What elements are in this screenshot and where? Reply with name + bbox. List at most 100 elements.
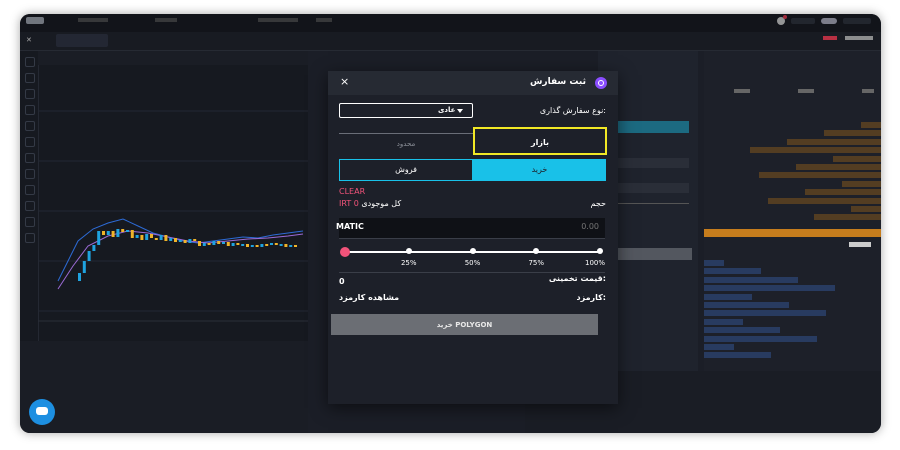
candle <box>193 239 197 241</box>
close-icon[interactable]: ✕ <box>26 36 32 44</box>
order-book-row[interactable] <box>704 155 881 163</box>
depth-bar <box>805 189 881 196</box>
candle <box>174 238 177 242</box>
order-book-row[interactable] <box>704 318 881 326</box>
order-book-row[interactable] <box>704 205 881 213</box>
order-book-row[interactable] <box>704 197 881 205</box>
tab-buy[interactable]: خرید <box>473 159 606 181</box>
volume-unit: MATIC <box>336 222 364 231</box>
clear-button[interactable]: CLEAR <box>339 187 365 196</box>
order-book-row[interactable] <box>704 163 881 171</box>
order-book-row[interactable] <box>704 138 881 146</box>
tab-market[interactable]: بازار <box>473 127 607 155</box>
volume-input[interactable] <box>477 221 601 232</box>
candle <box>212 241 216 245</box>
magnet-icon[interactable] <box>25 185 35 195</box>
trendline-icon[interactable] <box>25 73 35 83</box>
fee-label: کارمزد: <box>576 293 607 302</box>
notification-icon[interactable] <box>777 15 787 25</box>
candle <box>255 245 259 247</box>
eye-icon[interactable] <box>25 217 35 227</box>
slider-mark-100[interactable] <box>597 248 603 254</box>
candle <box>97 231 101 245</box>
tab-sell[interactable]: فروش <box>339 159 473 181</box>
order-book-row[interactable] <box>704 188 881 196</box>
slider-mark-25[interactable] <box>405 248 412 254</box>
order-book-row[interactable] <box>704 309 881 317</box>
candle <box>202 243 206 246</box>
order-book-row[interactable] <box>704 343 881 351</box>
candle <box>140 235 144 240</box>
candle <box>274 243 278 245</box>
chat-icon[interactable] <box>29 399 55 425</box>
order-book-row[interactable] <box>704 121 881 129</box>
order-book-row[interactable] <box>704 171 881 179</box>
slider-tick: 25% <box>400 259 417 267</box>
order-type-select[interactable]: عادی <box>339 103 473 118</box>
candle <box>198 241 201 246</box>
tab-limit[interactable]: محدود <box>339 133 473 155</box>
candle <box>294 245 297 247</box>
theme-toggle[interactable] <box>821 18 837 24</box>
candle <box>222 242 225 244</box>
depth-bar <box>704 260 724 266</box>
trash-icon[interactable] <box>25 233 35 243</box>
pattern-icon[interactable] <box>25 137 35 147</box>
order-book-row[interactable] <box>704 335 881 343</box>
drawing-toolbar <box>20 51 39 341</box>
order-book-row[interactable] <box>704 213 881 221</box>
order-book-row[interactable] <box>704 284 881 292</box>
dialog-footer <box>328 339 618 404</box>
candle <box>169 238 173 241</box>
zoom-icon[interactable] <box>25 169 35 179</box>
candle <box>150 234 153 238</box>
depth-bar <box>704 318 743 325</box>
order-book-row[interactable] <box>704 326 881 334</box>
slider-handle[interactable] <box>340 247 350 257</box>
depth-bar <box>768 197 881 204</box>
depth-bar <box>704 285 835 292</box>
order-book-row[interactable] <box>704 293 881 301</box>
language-select[interactable] <box>843 18 871 24</box>
candle <box>111 231 115 237</box>
account-menu[interactable] <box>791 18 815 24</box>
close-icon[interactable]: × <box>340 75 349 88</box>
candle <box>250 245 254 247</box>
view-fee-link[interactable]: مشاهده کارمزد <box>339 293 399 302</box>
candlestick-chart[interactable] <box>38 51 308 341</box>
dialog-header: × ثبت سفارش <box>328 71 618 95</box>
nav-item[interactable] <box>155 18 177 22</box>
depth-bar <box>842 180 881 187</box>
candle <box>246 244 249 247</box>
available-balance: IRT 0 کل موجودی <box>339 199 401 208</box>
ruler-icon[interactable] <box>25 153 35 163</box>
order-book-row[interactable] <box>704 129 881 137</box>
slider-mark-50[interactable] <box>469 248 476 254</box>
depth-bar <box>861 122 881 128</box>
nav-item[interactable] <box>316 18 332 22</box>
text-icon[interactable] <box>25 121 35 131</box>
nav-item[interactable] <box>258 18 298 22</box>
fib-icon[interactable] <box>25 89 35 99</box>
brush-icon[interactable] <box>25 105 35 115</box>
ask-rows <box>704 121 881 222</box>
candle <box>102 231 105 235</box>
buy-submit-button[interactable]: خرید POLYGON <box>331 314 598 335</box>
order-book-row[interactable] <box>704 259 881 267</box>
lock-icon[interactable] <box>25 201 35 211</box>
order-book-row[interactable] <box>704 276 881 284</box>
slider-mark-75[interactable] <box>533 248 540 254</box>
order-book-row[interactable] <box>704 351 881 359</box>
market-tab[interactable] <box>56 34 108 47</box>
order-book-row[interactable] <box>704 267 881 275</box>
order-book-row[interactable] <box>704 301 881 309</box>
amount-slider[interactable] <box>340 247 603 257</box>
order-type-value: عادی <box>438 106 456 114</box>
nav-item[interactable] <box>78 18 108 22</box>
polygon-logo-icon <box>595 77 607 89</box>
candle <box>207 243 211 245</box>
divider <box>339 272 605 273</box>
order-book-row[interactable] <box>704 146 881 154</box>
crosshair-icon[interactable] <box>25 57 35 67</box>
order-book-row[interactable] <box>704 180 881 188</box>
